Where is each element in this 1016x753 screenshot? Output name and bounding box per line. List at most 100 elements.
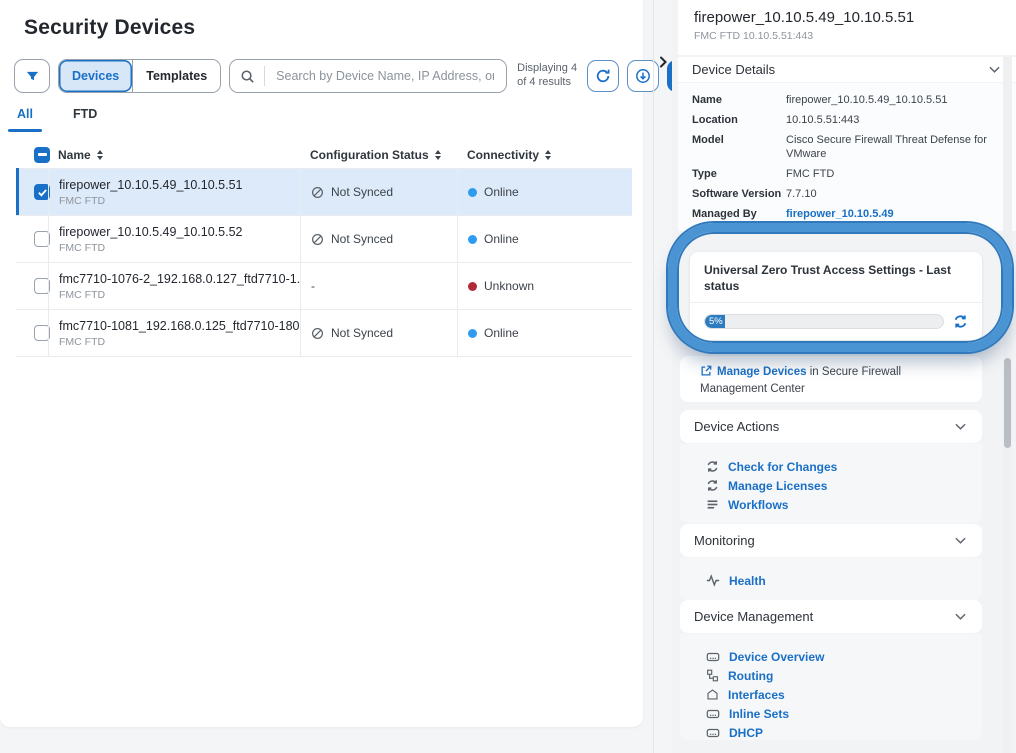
column-header-connectivity[interactable]: Connectivity — [457, 148, 632, 162]
filter-icon — [25, 69, 40, 84]
main-content: Security Devices Devices Templates Displ… — [0, 0, 643, 727]
sort-icon — [97, 150, 103, 160]
table-row[interactable]: firepower_10.10.5.49_10.10.5.51 FMC FTD … — [16, 169, 632, 216]
sync-icon — [953, 314, 968, 329]
toolbar: Devices Templates Displaying 4 of 4 resu… — [14, 59, 699, 93]
detail-field: Managed By firepower_10.10.5.49 — [692, 208, 1000, 221]
device-detail-panel: firepower_10.10.5.49_10.10.5.51 FMC FTD … — [672, 0, 1016, 753]
detail-field: Software Version 7.7.10 — [692, 188, 1000, 201]
manage-devices-link[interactable]: Manage Devices — [717, 366, 807, 378]
connectivity-status: Online — [484, 185, 519, 199]
detail-field: Name firepower_10.10.5.49_10.10.5.51 — [692, 94, 1000, 107]
deploy-icon — [635, 68, 651, 84]
sync-icon — [706, 479, 719, 492]
device-type: FMC FTD — [59, 195, 105, 207]
refresh-icon — [595, 68, 611, 84]
tab-ftd[interactable]: FTD — [64, 101, 106, 132]
sort-icon — [545, 150, 551, 160]
table-row[interactable]: firepower_10.10.5.49_10.10.5.52 FMC FTD … — [16, 216, 632, 263]
section-device-details[interactable]: Device Details — [678, 57, 1016, 82]
results-count: Displaying 4 of 4 results — [517, 62, 577, 90]
section-monitoring[interactable]: Monitoring — [680, 524, 982, 557]
online-status-dot — [468, 188, 477, 197]
connectivity-status: Online — [484, 232, 519, 246]
routing-icon — [706, 669, 719, 682]
device-icon — [706, 651, 720, 663]
not-synced-icon — [311, 327, 324, 340]
device-type: FMC FTD — [59, 242, 105, 254]
device-icon — [706, 708, 720, 720]
uzta-progress-fill: 5% — [705, 315, 725, 328]
panel-header: firepower_10.10.5.49_10.10.5.51 FMC FTD … — [678, 0, 1016, 55]
device-management-body: Device Overview Routing Interfaces Inlin… — [680, 634, 982, 740]
unknown-status-dot — [468, 282, 477, 291]
sort-icon — [435, 150, 441, 160]
chevron-down-icon — [955, 537, 966, 544]
table-header-row: Name Configuration Status Connectivity — [16, 141, 632, 169]
search-input[interactable] — [274, 68, 496, 84]
action-device-overview[interactable]: Device Overview — [706, 647, 982, 666]
tab-all[interactable]: All — [8, 101, 42, 132]
device-actions-body: Check for Changes Manage Licenses Workfl… — [680, 444, 982, 523]
panel-device-subtitle: FMC FTD 10.10.5.51:443 — [694, 30, 1000, 42]
device-type-toggle: Devices Templates — [58, 59, 221, 93]
section-device-management[interactable]: Device Management — [680, 600, 982, 633]
panel-scrollbar-thumb[interactable] — [1004, 358, 1011, 448]
templates-segment[interactable]: Templates — [132, 60, 220, 92]
search-divider — [264, 66, 265, 86]
action-inline-sets[interactable]: Inline Sets — [706, 704, 982, 723]
config-status: Not Synced — [331, 185, 393, 199]
table-row[interactable]: fmc7710-1076-2_192.168.0.127_ftd7710-1..… — [16, 263, 632, 310]
workflows-icon — [706, 498, 719, 511]
chevron-down-icon — [955, 613, 966, 620]
panel-divider — [653, 0, 654, 753]
action-routing[interactable]: Routing — [706, 666, 982, 685]
action-interfaces[interactable]: Interfaces — [706, 685, 982, 704]
panel-collapse-icon — [658, 56, 668, 68]
chevron-down-icon — [955, 423, 966, 430]
not-synced-icon — [311, 186, 324, 199]
device-table: Name Configuration Status Connectivity f… — [16, 141, 632, 357]
uzta-refresh-button[interactable] — [953, 314, 968, 329]
device-name: fmc7710-1076-2_192.168.0.127_ftd7710-1..… — [59, 272, 300, 286]
external-link-icon — [700, 365, 712, 377]
devices-segment[interactable]: Devices — [59, 60, 132, 92]
interfaces-icon — [706, 688, 719, 701]
panel-device-title: firepower_10.10.5.49_10.10.5.51 — [694, 9, 1000, 26]
detail-field: Model Cisco Secure Firewall Threat Defen… — [692, 134, 1000, 160]
device-type: FMC FTD — [59, 336, 105, 348]
column-header-config-status[interactable]: Configuration Status — [300, 148, 457, 162]
collapse-panel-button[interactable] — [655, 53, 671, 71]
detail-field: Type FMC FTD — [692, 168, 1000, 181]
table-tabs: All FTD — [8, 101, 106, 132]
action-health[interactable]: Health — [706, 571, 982, 590]
action-manage-licenses[interactable]: Manage Licenses — [706, 476, 982, 495]
action-check-for-changes[interactable]: Check for Changes — [706, 457, 982, 476]
online-status-dot — [468, 235, 477, 244]
device-type: FMC FTD — [59, 289, 105, 301]
uzta-status-card: Universal Zero Trust Access Settings - L… — [690, 252, 982, 340]
sync-icon — [706, 460, 719, 473]
connectivity-status: Unknown — [484, 279, 534, 293]
column-header-name[interactable]: Name — [48, 148, 300, 162]
config-status: Not Synced — [331, 232, 393, 246]
section-device-actions[interactable]: Device Actions — [680, 410, 982, 443]
monitoring-body: Health — [680, 558, 982, 600]
table-row[interactable]: fmc7710-1081_192.168.0.125_ftd7710-1801 … — [16, 310, 632, 357]
detail-field: Location 10.10.5.51:443 — [692, 114, 1000, 127]
chevron-down-icon — [989, 66, 1000, 73]
not-synced-icon — [311, 233, 324, 246]
filter-button[interactable] — [14, 59, 50, 93]
search-icon — [240, 69, 255, 84]
manage-devices-card: Manage Devices in Secure Firewall Manage… — [680, 356, 982, 402]
device-icon — [706, 727, 720, 739]
refresh-button[interactable] — [587, 60, 619, 92]
page-title: Security Devices — [0, 0, 643, 40]
action-dhcp[interactable]: DHCP — [706, 723, 982, 742]
online-status-dot — [468, 329, 477, 338]
managed-by-link[interactable]: firepower_10.10.5.49 — [786, 208, 1000, 221]
uzta-progress-bar: 5% — [704, 314, 944, 329]
uzta-heading: Universal Zero Trust Access Settings - L… — [690, 252, 982, 303]
health-icon — [706, 574, 720, 587]
action-workflows[interactable]: Workflows — [706, 495, 982, 514]
